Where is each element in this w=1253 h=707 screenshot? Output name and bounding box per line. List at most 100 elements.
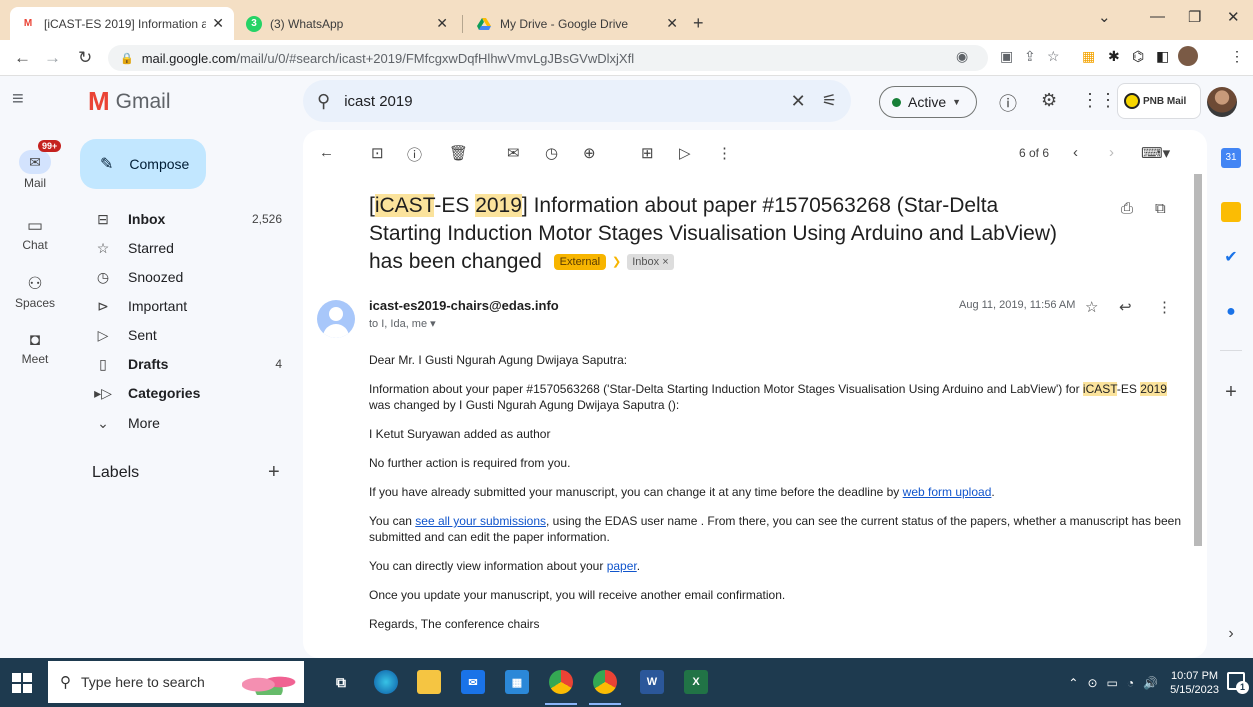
status-dropdown[interactable]: Active ▼	[879, 86, 977, 118]
forward-icon[interactable]: →	[44, 48, 61, 68]
tab-gmail[interactable]: M [iCAST-ES 2019] Information abo ✕	[10, 7, 234, 40]
back-icon[interactable]: ←	[14, 48, 31, 68]
nav-sent[interactable]: ▷ Sent	[90, 323, 290, 347]
tab-search-icon[interactable]: ⌄	[1098, 8, 1111, 26]
nav-important[interactable]: ⊳ Important	[90, 294, 290, 318]
nav-snoozed[interactable]: ◷ Snoozed	[90, 265, 290, 289]
rail-mail[interactable]: ✉ 99+ Mail	[0, 140, 70, 190]
older-icon[interactable]: ›	[1109, 144, 1114, 161]
clear-search-icon[interactable]: ✕	[791, 91, 806, 112]
print-icon[interactable]: ⎙	[1121, 200, 1133, 217]
network-app-icon[interactable]: ⊙	[1087, 676, 1097, 690]
report-spam-icon[interactable]: ⓘ	[407, 144, 422, 165]
rail-chat[interactable]: ▭ Chat	[0, 216, 70, 252]
puzzle-icon[interactable]: ✱	[1108, 48, 1120, 65]
nav-drafts[interactable]: ▯ Drafts 4	[90, 352, 290, 376]
open-new-window-icon[interactable]: ⧉	[1155, 200, 1166, 217]
bookmark-star-icon[interactable]: ☆	[1047, 48, 1060, 65]
file-explorer-icon[interactable]	[417, 670, 441, 694]
account-avatar[interactable]	[1207, 87, 1237, 117]
move-to-icon[interactable]: ⊞	[641, 144, 654, 162]
restore-icon[interactable]: ❐	[1188, 8, 1201, 26]
external-label-chip[interactable]: External	[553, 254, 607, 271]
nav-inbox[interactable]: ⊟ Inbox 2,526	[90, 207, 290, 231]
battery-icon[interactable]: ▭	[1107, 676, 1118, 690]
close-tab-icon[interactable]: ✕	[212, 15, 224, 32]
translate-icon[interactable]: ▣	[1000, 48, 1013, 65]
newer-icon[interactable]: ‹	[1073, 144, 1078, 161]
nav-more[interactable]: ⌄ More	[90, 411, 290, 435]
recipients-line[interactable]: to I, Ida, me ▾	[369, 317, 436, 330]
more-options-icon[interactable]: ⋮	[1157, 298, 1172, 316]
search-options-icon[interactable]: ⚟	[822, 91, 837, 111]
compose-button[interactable]: ✎ Compose	[80, 139, 206, 189]
sender-address[interactable]: icast-es2019-chairs@edas.info	[369, 298, 559, 313]
reply-icon[interactable]: ↩	[1119, 298, 1132, 316]
mail-app-icon[interactable]: ✉	[461, 670, 485, 694]
contacts-icon[interactable]: ●	[1221, 302, 1241, 322]
important-marker-icon[interactable]: ❯	[612, 248, 621, 276]
help-icon[interactable]: ⓘ	[999, 90, 1017, 116]
wifi-icon[interactable]: ◔	[1127, 676, 1134, 690]
settings-gear-icon[interactable]: ⚙	[1041, 90, 1057, 111]
submissions-link[interactable]: see all your submissions	[415, 514, 546, 528]
word-icon[interactable]: W	[640, 670, 664, 694]
minimize-icon[interactable]: —	[1150, 8, 1165, 25]
store-icon[interactable]: ▦	[505, 670, 529, 694]
rail-meet[interactable]: ◘ Meet	[0, 330, 70, 366]
snooze-icon[interactable]: ◷	[545, 144, 558, 162]
add-addon-icon[interactable]: +	[1221, 382, 1241, 402]
paper-link[interactable]: paper	[607, 559, 637, 573]
keyboard-input-icon[interactable]: ⌨▾	[1141, 144, 1170, 162]
delete-icon[interactable]: 🗑	[449, 144, 468, 162]
more-actions-icon[interactable]: ⋮	[717, 144, 732, 162]
notification-center-icon[interactable]: 1	[1227, 672, 1249, 694]
mark-unread-icon[interactable]: ✉	[507, 144, 520, 162]
add-label-icon[interactable]: +	[268, 461, 280, 484]
main-menu-icon[interactable]: ≡	[12, 88, 24, 111]
archive-icon[interactable]: ⊡	[371, 144, 384, 162]
taskbar-search[interactable]: ⚲ Type here to search	[48, 661, 304, 703]
chrome-icon[interactable]	[545, 670, 577, 705]
chrome-profile-icon[interactable]	[589, 670, 621, 705]
taskbar-clock[interactable]: 10:07 PM 5/15/2023	[1170, 669, 1219, 697]
extension-icon[interactable]: ⌬	[1132, 48, 1144, 65]
reload-icon[interactable]: ↻	[78, 48, 92, 68]
excel-icon[interactable]: X	[684, 670, 708, 694]
profile-avatar[interactable]	[1178, 46, 1198, 66]
add-task-icon[interactable]: ⊕	[583, 144, 596, 162]
keep-icon[interactable]	[1221, 202, 1241, 222]
calendar-icon[interactable]: 31	[1221, 148, 1241, 168]
task-view-icon[interactable]: ⧉	[329, 670, 353, 694]
sender-avatar[interactable]	[317, 300, 355, 338]
extension-grid-icon[interactable]: ▦	[1082, 48, 1095, 65]
search-icon[interactable]: ⚲	[317, 91, 330, 112]
gmail-logo[interactable]: M Gmail	[88, 86, 171, 117]
back-to-list-icon[interactable]: ←	[319, 144, 334, 161]
organization-badge[interactable]: PNB Mail	[1117, 83, 1201, 119]
tab-drive[interactable]: My Drive - Google Drive ✕	[466, 7, 688, 40]
star-message-icon[interactable]: ☆	[1085, 298, 1098, 316]
close-tab-icon[interactable]: ✕	[666, 15, 678, 32]
volume-icon[interactable]: 🔊	[1143, 676, 1158, 690]
new-tab-button[interactable]: +	[683, 7, 713, 40]
browser-menu-icon[interactable]: ⋮	[1230, 48, 1244, 65]
search-input[interactable]: icast 2019	[344, 93, 790, 110]
eye-icon[interactable]: ◉	[956, 48, 968, 65]
share-icon[interactable]: ⇪	[1024, 48, 1036, 65]
inbox-label-chip[interactable]: Inbox ×	[627, 254, 674, 271]
apps-grid-icon[interactable]: ⋮⋮	[1081, 90, 1117, 111]
rail-spaces[interactable]: ⚇ Spaces	[0, 274, 70, 310]
message-scrollbar[interactable]	[1194, 174, 1202, 546]
label-as-icon[interactable]: ▷	[679, 144, 691, 162]
address-bar[interactable]: 🔒 mail.google.com/mail/u/0/#search/icast…	[108, 45, 988, 71]
nav-starred[interactable]: ☆ Starred	[90, 236, 290, 260]
close-window-icon[interactable]: ✕	[1227, 8, 1240, 26]
tasks-icon[interactable]: ✔	[1221, 248, 1241, 268]
nav-categories[interactable]: ▸▷ Categories	[90, 381, 290, 405]
tray-expand-icon[interactable]: ⌃	[1068, 676, 1078, 690]
close-tab-icon[interactable]: ✕	[436, 15, 448, 32]
web-form-upload-link[interactable]: web form upload	[903, 485, 992, 499]
search-bar[interactable]: ⚲ icast 2019 ✕ ⚟	[303, 80, 851, 122]
edge-icon[interactable]	[374, 670, 398, 694]
